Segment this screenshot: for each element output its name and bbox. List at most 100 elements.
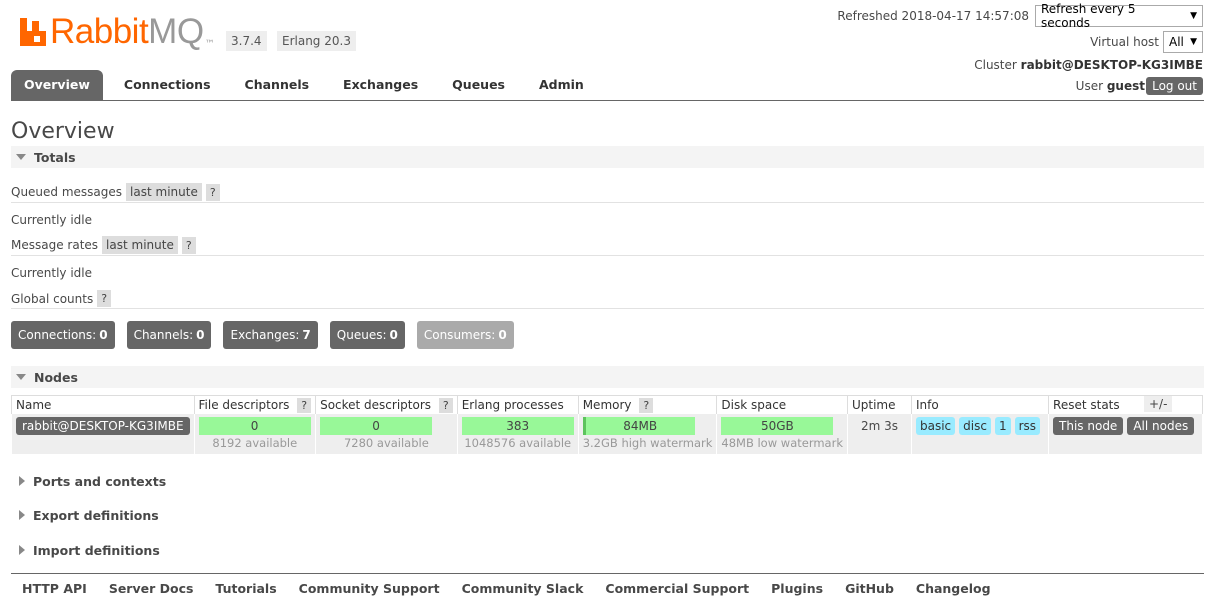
erlang-processes-bar: 383 [461, 416, 574, 435]
footer-link-tutorials[interactable]: Tutorials [215, 581, 276, 596]
count-value: 0 [498, 328, 507, 342]
count-label: Queues: [336, 328, 387, 342]
channels-count-button[interactable]: Channels: 0 [126, 321, 212, 349]
rabbitmq-version: 3.7.4 [226, 31, 267, 51]
help-button[interactable]: ? [639, 397, 654, 413]
consumers-count-button[interactable]: Consumers: 0 [416, 321, 514, 349]
tab-overview[interactable]: Overview [11, 70, 103, 100]
memory-cell: 84MB 3.2GB high watermark [577, 413, 717, 454]
section-totals-header[interactable]: Totals [11, 146, 1204, 168]
uptime-cell: 2m 3s [846, 413, 912, 454]
refresh-interval-select[interactable]: Refresh every 5 seconds ▼ [1035, 2, 1203, 30]
reset-all-nodes-button[interactable]: All nodes [1127, 416, 1195, 435]
expand-triangle-icon [19, 476, 25, 486]
footer-link-commercial-support[interactable]: Commercial Support [605, 581, 749, 596]
divider [11, 308, 1204, 309]
column-header: Uptime [851, 397, 896, 412]
erlang-processes-cell: 383 1048576 available [456, 413, 579, 454]
column-header: Reset stats [1053, 397, 1120, 412]
queues-count-button[interactable]: Queues: 0 [329, 321, 405, 349]
file-descriptors-cell: 0 8192 available [193, 413, 316, 454]
queued-messages-range-select[interactable]: last minute [126, 183, 202, 201]
collapse-triangle-icon [16, 154, 26, 160]
column-header: Disk space [721, 397, 787, 412]
virtual-host-value: All [1169, 35, 1184, 49]
main-tabs: Overview Connections Channels Exchanges … [11, 70, 605, 100]
nodes-table: Name File descriptors ? Socket descripto… [11, 395, 1203, 454]
section-import-title: Import definitions [33, 542, 160, 558]
table-row: rabbit@DESKTOP-KG3IMBE 0 8192 available 0… [11, 413, 1203, 454]
section-totals-title: Totals [34, 149, 76, 165]
erlang-processes-available: 1048576 available [464, 435, 572, 450]
cluster-label: Cluster [974, 58, 1017, 72]
column-header: Memory [582, 397, 632, 412]
section-nodes-header[interactable]: Nodes [11, 366, 1204, 388]
divider [11, 202, 1204, 203]
help-button[interactable]: ? [181, 236, 196, 254]
column-header: Socket descriptors [320, 397, 432, 412]
reset-this-node-button[interactable]: This node [1053, 416, 1124, 435]
tab-divider [11, 100, 1204, 101]
footer-link-plugins[interactable]: Plugins [771, 581, 823, 596]
message-rates-range-select[interactable]: last minute [102, 236, 178, 254]
section-export-header[interactable]: Export definitions [11, 505, 159, 525]
info-badge-rss: rss [1014, 416, 1041, 435]
tab-admin[interactable]: Admin [526, 70, 597, 100]
footer-link-github[interactable]: GitHub [845, 581, 894, 596]
footer-link-community-slack[interactable]: Community Slack [462, 581, 584, 596]
footer-links: HTTP API Server Docs Tutorials Community… [11, 581, 1002, 596]
logo-trademark: ™ [204, 39, 215, 50]
section-ports-header[interactable]: Ports and contexts [11, 471, 166, 491]
global-counts: Connections: 0 Channels: 0 Exchanges: 7 Que… [11, 321, 526, 349]
count-label: Exchanges: [230, 328, 300, 342]
user-label: User [1075, 79, 1104, 93]
help-button[interactable]: ? [97, 290, 112, 307]
footer-link-server-docs[interactable]: Server Docs [109, 581, 194, 596]
socket-descriptors-bar: 0 [320, 416, 433, 435]
logout-button[interactable]: Log out [1146, 77, 1203, 95]
virtual-host-select[interactable]: All ▼ [1163, 31, 1203, 53]
page-title: Overview [11, 119, 115, 144]
info-badge-disc: disc [959, 416, 991, 435]
col-uptime: Uptime [846, 395, 912, 414]
refreshed-timestamp: Refreshed 2018-04-17 14:57:08 [837, 9, 1029, 23]
disk-space-cell: 50GB 48MB low watermark [716, 413, 848, 454]
memory-watermark: 3.2GB high watermark [582, 435, 713, 450]
column-toggle-button[interactable]: +/- [1144, 396, 1173, 412]
section-export-title: Export definitions [33, 507, 159, 523]
tab-connections[interactable]: Connections [111, 70, 224, 100]
divider [11, 255, 1204, 256]
column-header: Name [16, 397, 52, 412]
footer-divider [11, 573, 1204, 574]
tab-queues[interactable]: Queues [439, 70, 518, 100]
nodes-table-wrapper: Name File descriptors ? Socket descripto… [11, 395, 1203, 454]
global-counts-row: Global counts ? [11, 290, 112, 307]
column-header: Erlang processes [461, 397, 564, 412]
connections-count-button[interactable]: Connections: 0 [11, 321, 115, 349]
col-name: Name [11, 395, 195, 414]
reset-stats-cell: This node All nodes [1048, 413, 1203, 454]
queued-messages-label: Queued messages [11, 185, 123, 199]
help-button[interactable]: ? [205, 183, 220, 201]
rabbitmq-logo[interactable]: RabbitMQ ™ [20, 14, 215, 50]
help-button[interactable]: ? [297, 397, 312, 413]
node-name-link[interactable]: rabbit@DESKTOP-KG3IMBE [16, 416, 190, 435]
tab-exchanges[interactable]: Exchanges [330, 70, 431, 100]
exchanges-count-button[interactable]: Exchanges: 7 [223, 321, 318, 349]
disk-space-watermark: 48MB low watermark [721, 435, 843, 450]
col-memory: Memory ? [577, 395, 717, 414]
node-name-cell: rabbit@DESKTOP-KG3IMBE [11, 413, 195, 454]
section-import-header[interactable]: Import definitions [11, 540, 160, 560]
info-cell: basic disc 1 rss [910, 413, 1049, 454]
help-button[interactable]: ? [438, 397, 453, 413]
global-counts-label: Global counts [11, 291, 94, 306]
count-value: 7 [302, 328, 311, 342]
refresh-interval-value: Refresh every 5 seconds [1041, 2, 1136, 30]
tab-channels[interactable]: Channels [232, 70, 323, 100]
cluster-name: rabbit@DESKTOP-KG3IMBE [1020, 58, 1203, 72]
message-rates-row: Message rates last minute ? [11, 236, 196, 254]
footer-link-http-api[interactable]: HTTP API [22, 581, 87, 596]
footer-link-community-support[interactable]: Community Support [299, 581, 440, 596]
rates-status: Currently idle [11, 266, 92, 280]
footer-link-changelog[interactable]: Changelog [916, 581, 991, 596]
